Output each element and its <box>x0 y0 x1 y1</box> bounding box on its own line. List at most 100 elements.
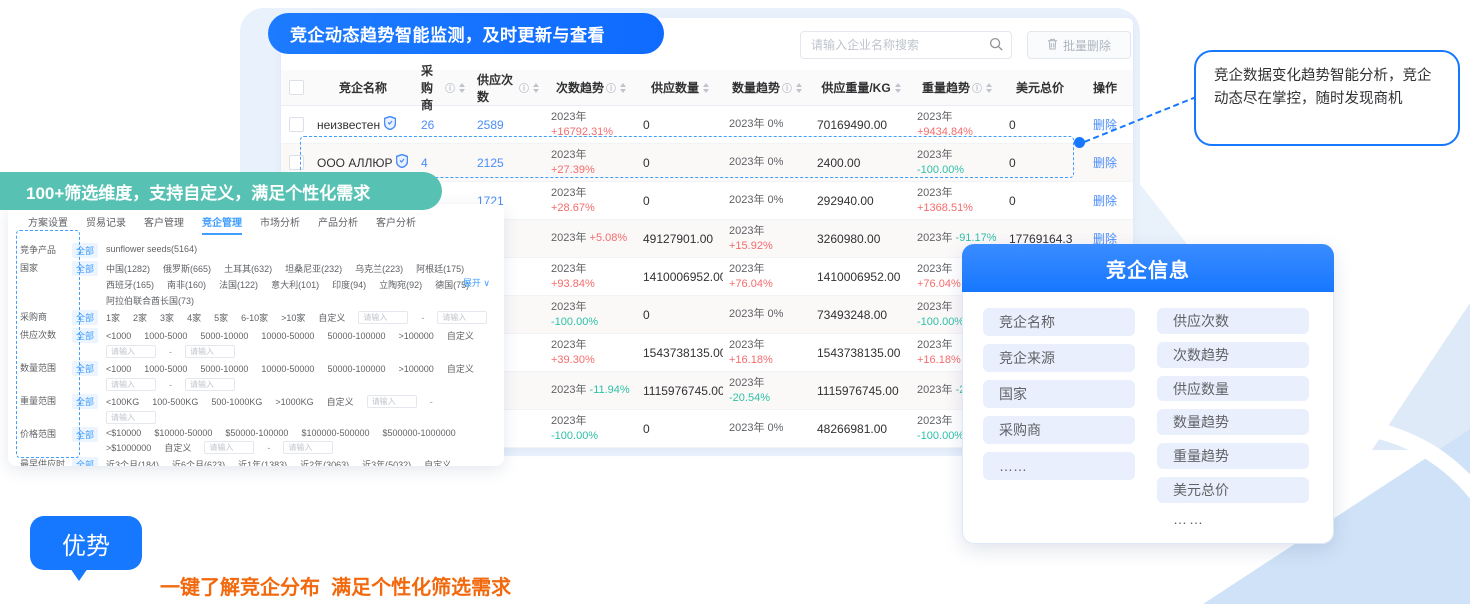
select-all-checkbox[interactable] <box>289 80 304 95</box>
buyer-count-link[interactable]: 26 <box>415 118 471 132</box>
filter-option[interactable]: 法国(122) <box>219 278 258 291</box>
filter-option[interactable]: 意大利(101) <box>271 278 319 291</box>
filter-custom-option[interactable]: 自定义 <box>424 458 451 466</box>
filter-all-chip[interactable]: 全部 <box>72 361 98 376</box>
filter-option[interactable]: 10000-50000 <box>261 331 314 341</box>
filter-option[interactable]: 5家 <box>214 311 228 324</box>
filter-range-max-input[interactable] <box>437 311 487 324</box>
sort-icon[interactable] <box>895 83 901 93</box>
filter-range-min-input[interactable] <box>106 378 156 391</box>
column-header-6[interactable]: 数量趋势ⓘ <box>723 79 811 96</box>
info-icon[interactable]: ⓘ <box>782 80 792 95</box>
filter-option[interactable]: $50000-100000 <box>225 428 288 438</box>
filter-option[interactable]: $10000-50000 <box>154 428 212 438</box>
filter-option[interactable]: >1000KG <box>275 397 313 407</box>
filter-option[interactable]: 近1年(1383) <box>238 458 287 466</box>
row-checkbox[interactable] <box>289 117 304 132</box>
filter-option[interactable]: 50000-100000 <box>327 331 385 341</box>
info-icon[interactable]: ⓘ <box>972 80 982 95</box>
filter-custom-option[interactable]: 自定义 <box>318 311 345 324</box>
filter-option[interactable]: 阿拉伯联合酋长国(73) <box>106 294 194 307</box>
tab-产品分析[interactable]: 产品分析 <box>318 214 358 235</box>
filter-option[interactable]: 印度(94) <box>332 278 366 291</box>
filter-option[interactable]: >10家 <box>281 311 305 324</box>
filter-all-chip[interactable]: 全部 <box>72 328 98 343</box>
filter-option[interactable]: <1000 <box>106 331 131 341</box>
tab-贸易记录[interactable]: 贸易记录 <box>86 214 126 235</box>
filter-option[interactable]: 土耳其(632) <box>224 262 272 275</box>
filter-option[interactable]: sunflower seeds(5164) <box>106 244 197 254</box>
row-checkbox[interactable] <box>289 155 304 170</box>
filter-option[interactable]: 近6个月(623) <box>172 458 225 466</box>
filter-option[interactable]: 5000-10000 <box>200 364 248 374</box>
filter-option[interactable]: >$1000000 <box>106 443 151 453</box>
filter-option[interactable]: 1000-5000 <box>144 331 187 341</box>
filter-all-chip[interactable]: 全部 <box>72 261 98 276</box>
filter-range-max-input[interactable] <box>185 345 235 358</box>
filter-option[interactable]: 6-10家 <box>241 311 268 324</box>
expand-link[interactable]: 展开 ∨ <box>463 276 490 289</box>
delete-button[interactable]: 删除 <box>1093 156 1117 170</box>
column-header-3[interactable]: 供应次数ⓘ <box>471 71 545 105</box>
search-icon[interactable] <box>989 37 1004 57</box>
filter-all-chip[interactable]: 全部 <box>72 457 98 466</box>
supply-count-link[interactable]: 2125 <box>471 156 545 170</box>
filter-option[interactable]: 500-1000KG <box>211 397 262 407</box>
filter-option[interactable]: 西班牙(165) <box>106 278 154 291</box>
tab-市场分析[interactable]: 市场分析 <box>260 214 300 235</box>
filter-option[interactable]: $100000-500000 <box>301 428 369 438</box>
supply-count-link[interactable]: 2589 <box>471 118 545 132</box>
buyer-count-link[interactable]: 4 <box>415 156 471 170</box>
sort-icon[interactable] <box>796 83 802 93</box>
filter-option[interactable]: >100000 <box>399 364 434 374</box>
filter-all-chip[interactable]: 全部 <box>72 394 98 409</box>
filter-range-max-input[interactable] <box>106 411 156 424</box>
sort-icon[interactable] <box>620 83 626 93</box>
column-header-8[interactable]: 重量趋势ⓘ <box>911 79 1003 96</box>
filter-option[interactable]: 4家 <box>187 311 201 324</box>
filter-option[interactable]: >100000 <box>399 331 434 341</box>
column-header-5[interactable]: 供应数量 <box>637 79 723 96</box>
tab-竞企管理[interactable]: 竞企管理 <box>202 214 242 235</box>
filter-option[interactable]: 俄罗斯(665) <box>163 262 211 275</box>
search-input[interactable] <box>800 31 1012 59</box>
delete-button[interactable]: 删除 <box>1093 194 1117 208</box>
filter-option[interactable]: 近2年(3063) <box>300 458 349 466</box>
filter-custom-option[interactable]: 自定义 <box>447 329 474 342</box>
sort-icon[interactable] <box>703 83 709 93</box>
filter-option[interactable]: <100KG <box>106 397 139 407</box>
filter-option[interactable]: 坦桑尼亚(232) <box>285 262 342 275</box>
info-icon[interactable]: ⓘ <box>606 80 616 95</box>
filter-range-min-input[interactable] <box>204 441 254 454</box>
filter-all-chip[interactable]: 全部 <box>72 243 98 258</box>
filter-option[interactable]: 中国(1282) <box>106 262 150 275</box>
column-header-7[interactable]: 供应重量/KG <box>811 79 911 96</box>
filter-option[interactable]: 近3年(5032) <box>362 458 411 466</box>
filter-option[interactable]: 10000-50000 <box>261 364 314 374</box>
sort-icon[interactable] <box>533 83 539 93</box>
filter-option[interactable]: 乌克兰(223) <box>355 262 403 275</box>
tab-客户管理[interactable]: 客户管理 <box>144 214 184 235</box>
filter-range-min-input[interactable] <box>106 345 156 358</box>
tab-方案设置[interactable]: 方案设置 <box>28 214 68 235</box>
column-header-4[interactable]: 次数趋势ⓘ <box>545 79 637 96</box>
filter-option[interactable]: 南非(160) <box>167 278 206 291</box>
filter-custom-option[interactable]: 自定义 <box>447 362 474 375</box>
filter-range-max-input[interactable] <box>283 441 333 454</box>
filter-range-max-input[interactable] <box>185 378 235 391</box>
filter-option[interactable]: 5000-10000 <box>200 331 248 341</box>
info-icon[interactable]: ⓘ <box>519 80 529 95</box>
sort-icon[interactable] <box>459 83 465 93</box>
filter-option[interactable]: 近3个月(184) <box>106 458 159 466</box>
filter-option[interactable]: <1000 <box>106 364 131 374</box>
filter-range-min-input[interactable] <box>367 395 417 408</box>
filter-option[interactable]: 1家 <box>106 311 120 324</box>
filter-option[interactable]: 阿根廷(175) <box>416 262 464 275</box>
batch-delete-button[interactable]: 批量删除 <box>1027 31 1131 59</box>
filter-option[interactable]: 100-500KG <box>152 397 198 407</box>
sort-icon[interactable] <box>986 83 992 93</box>
filter-option[interactable]: 1000-5000 <box>144 364 187 374</box>
tab-客户分析[interactable]: 客户分析 <box>376 214 416 235</box>
filter-option[interactable]: 立陶宛(92) <box>379 278 422 291</box>
filter-option[interactable]: 2家 <box>133 311 147 324</box>
